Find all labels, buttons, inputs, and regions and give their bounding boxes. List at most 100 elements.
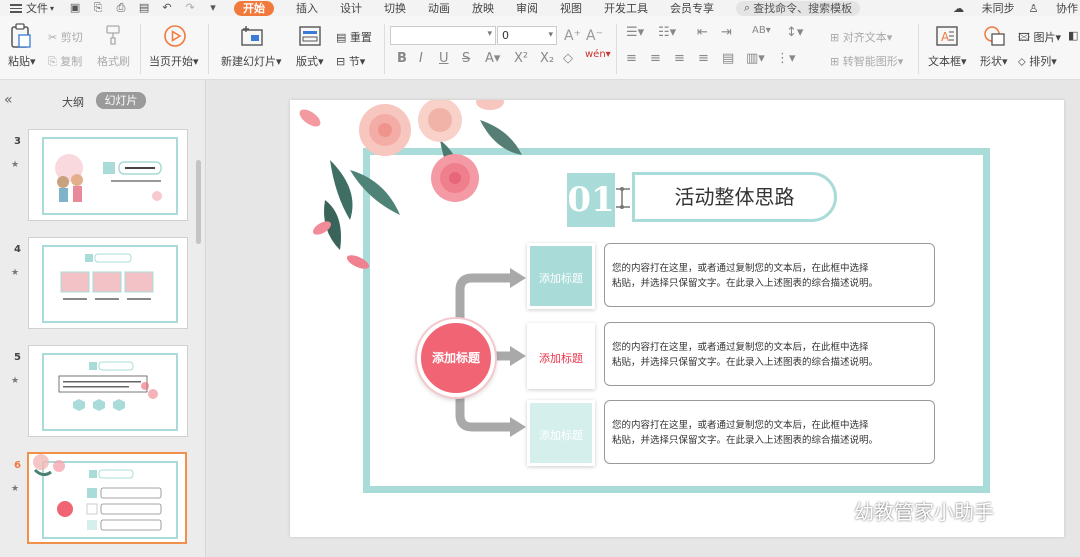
sync-status-label: 未同步	[981, 2, 1015, 15]
tab-view[interactable]: 视图	[560, 0, 582, 16]
item-tag-3[interactable]: 添加标题	[527, 400, 595, 466]
save-icon[interactable]: ▣	[68, 2, 82, 14]
new-slide-icon[interactable]	[240, 25, 264, 47]
bold-icon[interactable]: B	[397, 51, 407, 66]
paragraph-spacing-icon[interactable]: ⋮▾	[776, 51, 796, 66]
export-icon[interactable]: ⎘	[91, 2, 105, 14]
item-description-3[interactable]: 您的内容打在这里，或者通过复制您的文本后，在此框中选择 粘贴，并选择只保留文字。…	[604, 400, 935, 464]
tab-review[interactable]: 审阅	[516, 0, 538, 16]
thumbnail-preview	[42, 353, 178, 431]
reset-button[interactable]: ▤ 重置	[336, 29, 372, 45]
align-right-icon[interactable]: ≡	[674, 51, 685, 66]
command-search[interactable]: ⌕ 查找命令、搜索模板	[736, 0, 861, 16]
menu-bar: 文件 ▾ ▣ ⎘ ⎙ ▤ ↶ ↷ ▾ 开始 插入 设计 切换 动画 放映 审阅 …	[0, 0, 1080, 16]
animation-star-icon: ★	[11, 484, 20, 494]
description-line: 粘贴，并选择只保留文字。在此录入上述图表的综合描述说明。	[612, 357, 879, 368]
justify-icon[interactable]: ≡	[698, 51, 709, 66]
align-left-icon[interactable]: ≡	[626, 51, 637, 66]
font-size-value: 0	[502, 29, 509, 42]
undo-icon[interactable]: ↶	[160, 2, 174, 14]
tab-slides[interactable]: 幻灯片	[96, 92, 146, 109]
item-tag-2[interactable]: 添加标题	[527, 323, 595, 389]
paste-icon[interactable]	[10, 23, 32, 49]
item-tag-1[interactable]: 添加标题	[527, 243, 595, 309]
pane-scrollbar[interactable]	[196, 160, 201, 244]
textbox-icon[interactable]: A	[935, 25, 959, 47]
cut-button[interactable]: ✂ 剪切	[48, 29, 83, 45]
slide-title[interactable]: 活动整体思路	[632, 172, 837, 222]
file-menu[interactable]: 文件 ▾	[0, 0, 54, 16]
columns-icon[interactable]: ▥▾	[746, 51, 765, 66]
section-button[interactable]: ⊟ 节▾	[336, 53, 365, 69]
tab-design[interactable]: 设计	[340, 0, 362, 16]
play-from-current-text: 当页开始	[149, 55, 193, 68]
tab-developer[interactable]: 开发工具	[604, 0, 648, 16]
arrange-button[interactable]: ⬦ 排列▾	[1018, 53, 1057, 69]
font-color-icon[interactable]: A▾	[485, 51, 500, 66]
item-description-2[interactable]: 您的内容打在这里，或者通过复制您的文本后，在此框中选择 粘贴，并选择只保留文字。…	[604, 322, 935, 386]
collab-button[interactable]: ♙ 协作	[1029, 0, 1078, 16]
smartart-button[interactable]: ⊞ 转智能图形▾	[830, 53, 903, 69]
clear-format-icon[interactable]: ◇	[563, 51, 573, 66]
increase-indent-icon[interactable]: ⇥	[721, 25, 732, 40]
customize-chevron-icon[interactable]: ▾	[206, 2, 220, 14]
slide-thumbnail-4[interactable]	[28, 237, 188, 329]
redo-icon[interactable]: ↷	[183, 2, 197, 14]
tab-insert[interactable]: 插入	[296, 0, 318, 16]
decrease-indent-icon[interactable]: ⇤	[697, 25, 708, 40]
strikethrough-icon[interactable]: S	[462, 51, 470, 66]
tab-outline[interactable]: 大纲	[62, 94, 84, 110]
new-slide-label[interactable]: 新建幻灯片▾	[221, 53, 282, 69]
copy-text: 复制	[60, 55, 83, 68]
tab-transitions[interactable]: 切换	[384, 0, 406, 16]
underline-icon[interactable]: U	[439, 51, 449, 66]
pinyin-icon[interactable]: wén▾	[585, 49, 611, 60]
description-line: 您的内容打在这里，或者通过复制您的文本后，在此框中选择	[612, 342, 869, 353]
align-center-icon[interactable]: ≡	[650, 51, 661, 66]
wechat-icon	[811, 498, 843, 522]
tab-slideshow[interactable]: 放映	[472, 0, 494, 16]
line-spacing-icon[interactable]: ↕▾	[786, 25, 803, 40]
italic-icon[interactable]: I	[419, 51, 423, 66]
play-from-current-icon[interactable]	[163, 24, 187, 48]
superscript-icon[interactable]: X²	[514, 51, 528, 66]
align-text-label: 对齐文本	[842, 31, 887, 44]
tab-home[interactable]: 开始	[234, 0, 275, 16]
sync-status[interactable]: ☁ 未同步	[953, 0, 1015, 16]
paste-text: 粘贴	[8, 55, 30, 68]
item-description-1[interactable]: 您的内容打在这里，或者通过复制您的文本后，在此框中选择 粘贴，并选择只保留文字。…	[604, 243, 935, 307]
print-preview-icon[interactable]: ▤	[137, 2, 151, 14]
bullet-list-icon[interactable]: ☰▾	[626, 25, 644, 40]
slide-thumbnail-6[interactable]	[27, 452, 187, 544]
subscript-icon[interactable]: X₂	[540, 51, 554, 66]
slide[interactable]: 01 活动整体思路 添加标题 添加标题 您的内容打在这里，或者通过复制您的文本后…	[290, 100, 1064, 537]
center-circle[interactable]: 添加标题	[417, 319, 495, 397]
text-direction-icon[interactable]: AB▾	[752, 25, 771, 36]
increase-font-icon[interactable]: A⁺	[564, 28, 581, 44]
paste-label[interactable]: 粘贴▾	[8, 53, 36, 69]
play-from-current-label[interactable]: 当页开始▾	[149, 53, 199, 69]
shape-icon[interactable]	[983, 25, 1007, 47]
tab-animations[interactable]: 动画	[428, 0, 450, 16]
print-icon[interactable]: ⎙	[114, 2, 128, 14]
layout-icon[interactable]	[299, 26, 321, 46]
collapse-pane-icon[interactable]: «	[4, 92, 13, 108]
textbox-label[interactable]: 文本框▾	[928, 53, 967, 69]
slide-thumbnail-3[interactable]	[28, 129, 188, 221]
distribute-icon[interactable]: ▤	[722, 51, 734, 66]
decrease-font-icon[interactable]: A⁻	[586, 28, 603, 44]
fill-button[interactable]: ◧	[1068, 29, 1078, 42]
tab-member[interactable]: 会员专享	[670, 0, 714, 16]
font-size-select[interactable]: 0 ▾	[497, 26, 557, 45]
font-name-select[interactable]: ▾	[390, 26, 496, 45]
layout-label[interactable]: 版式▾	[296, 53, 324, 69]
picture-button[interactable]: 🖾 图片▾	[1018, 29, 1061, 48]
shape-label[interactable]: 形状▾	[980, 53, 1008, 69]
format-painter-label[interactable]: 格式刷	[97, 53, 130, 69]
align-text-button[interactable]: ⊞ 对齐文本▾	[830, 29, 892, 45]
format-painter-icon[interactable]	[104, 24, 122, 46]
numbered-list-icon[interactable]: ☷▾	[658, 25, 676, 40]
smartart-label: 转智能图形	[842, 55, 898, 68]
copy-button[interactable]: ⎘ 复制	[48, 53, 82, 69]
slide-thumbnail-5[interactable]	[28, 345, 188, 437]
